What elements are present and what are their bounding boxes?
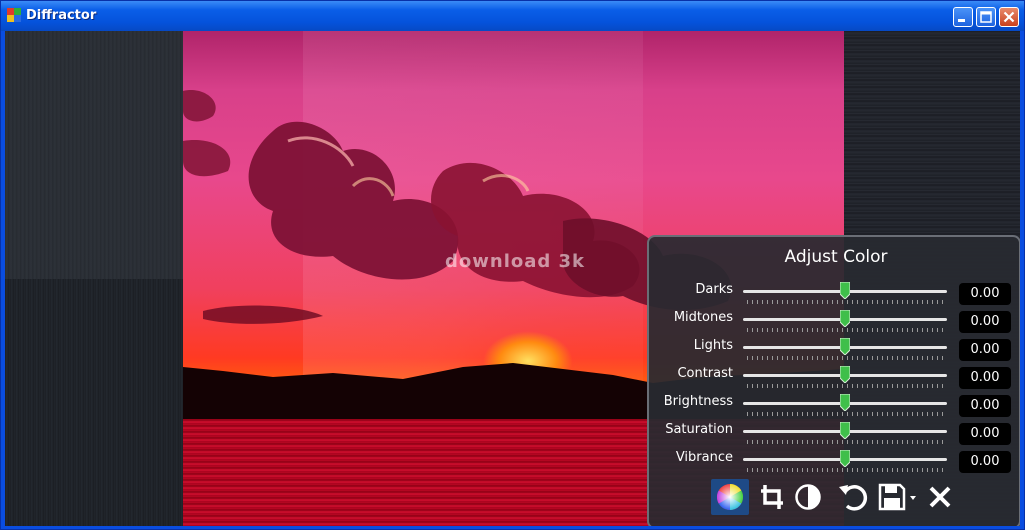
- title-bar[interactable]: Diffractor: [1, 1, 1024, 31]
- slider-ticks: [747, 328, 947, 332]
- window-title: Diffractor: [26, 8, 97, 23]
- slider-row-saturation: Saturation 0.00: [649, 422, 1020, 450]
- close-icon: [929, 486, 951, 508]
- slider-value[interactable]: 0.00: [959, 451, 1011, 473]
- slider-ticks: [747, 468, 947, 472]
- close-panel-button[interactable]: [921, 479, 959, 515]
- save-icon: [878, 483, 906, 511]
- slider-value[interactable]: 0.00: [959, 311, 1011, 333]
- panel-toolbar: [649, 479, 1020, 519]
- slider-label: Vibrance: [675, 450, 733, 465]
- crop-tool-button[interactable]: [753, 479, 791, 515]
- slider-row-lights: Lights 0.00: [649, 338, 1020, 366]
- watermark-text: download 3k: [445, 251, 586, 272]
- undo-button[interactable]: [835, 479, 873, 515]
- contrast-tool-button[interactable]: [789, 479, 827, 515]
- slider-ticks: [747, 440, 947, 444]
- maximize-button[interactable]: [976, 7, 996, 27]
- chevron-down-icon: [910, 496, 916, 500]
- slider-label: Darks: [695, 282, 733, 297]
- slider-thumb[interactable]: [840, 338, 850, 355]
- color-tool-button[interactable]: [711, 479, 749, 515]
- slider-value[interactable]: 0.00: [959, 423, 1011, 445]
- slider-thumb[interactable]: [840, 450, 850, 467]
- slider-row-vibrance: Vibrance 0.00: [649, 450, 1020, 478]
- slider-ticks: [747, 356, 947, 360]
- app-logo-icon: [7, 8, 21, 22]
- undo-icon: [839, 485, 868, 511]
- save-options-dropdown[interactable]: [907, 479, 919, 515]
- color-wheel-icon: [716, 483, 744, 511]
- slider-thumb[interactable]: [840, 282, 850, 299]
- contrast-icon: [795, 484, 821, 510]
- panel-title: Adjust Color: [784, 247, 888, 267]
- slider-row-midtones: Midtones 0.00: [649, 310, 1020, 338]
- slider-value[interactable]: 0.00: [959, 395, 1011, 417]
- close-window-button[interactable]: [999, 7, 1019, 27]
- slider-thumb[interactable]: [840, 310, 850, 327]
- slider-value[interactable]: 0.00: [959, 283, 1011, 305]
- slider-row-brightness: Brightness 0.00: [649, 394, 1020, 422]
- slider-label: Midtones: [673, 310, 733, 325]
- minimize-button[interactable]: [953, 7, 973, 27]
- app-window: Diffractor download 3k Adjust Color Dark…: [0, 0, 1025, 530]
- slider-row-darks: Darks 0.00: [649, 282, 1020, 310]
- minimize-icon: [958, 19, 965, 22]
- slider-ticks: [747, 384, 947, 388]
- slider-value[interactable]: 0.00: [959, 339, 1011, 361]
- slider-label: Contrast: [677, 366, 733, 381]
- slider-value[interactable]: 0.00: [959, 367, 1011, 389]
- slider-row-contrast: Contrast 0.00: [649, 366, 1020, 394]
- slider-label: Brightness: [663, 394, 733, 409]
- save-button[interactable]: [873, 479, 911, 515]
- slider-thumb[interactable]: [840, 366, 850, 383]
- viewer-area: download 3k Adjust Color Darks 0.00 Midt…: [5, 31, 1020, 526]
- slider-label: Lights: [693, 338, 733, 353]
- slider-label: Saturation: [665, 422, 733, 437]
- close-icon: [1003, 11, 1015, 23]
- slider-thumb[interactable]: [840, 394, 850, 411]
- background-left-top: [5, 31, 183, 279]
- slider-ticks: [747, 412, 947, 416]
- slider-ticks: [747, 300, 947, 304]
- slider-thumb[interactable]: [840, 422, 850, 439]
- maximize-icon: [980, 11, 992, 23]
- adjust-color-panel: Adjust Color Darks 0.00 Midtones 0.00 Li…: [647, 235, 1020, 526]
- crop-icon: [761, 485, 783, 509]
